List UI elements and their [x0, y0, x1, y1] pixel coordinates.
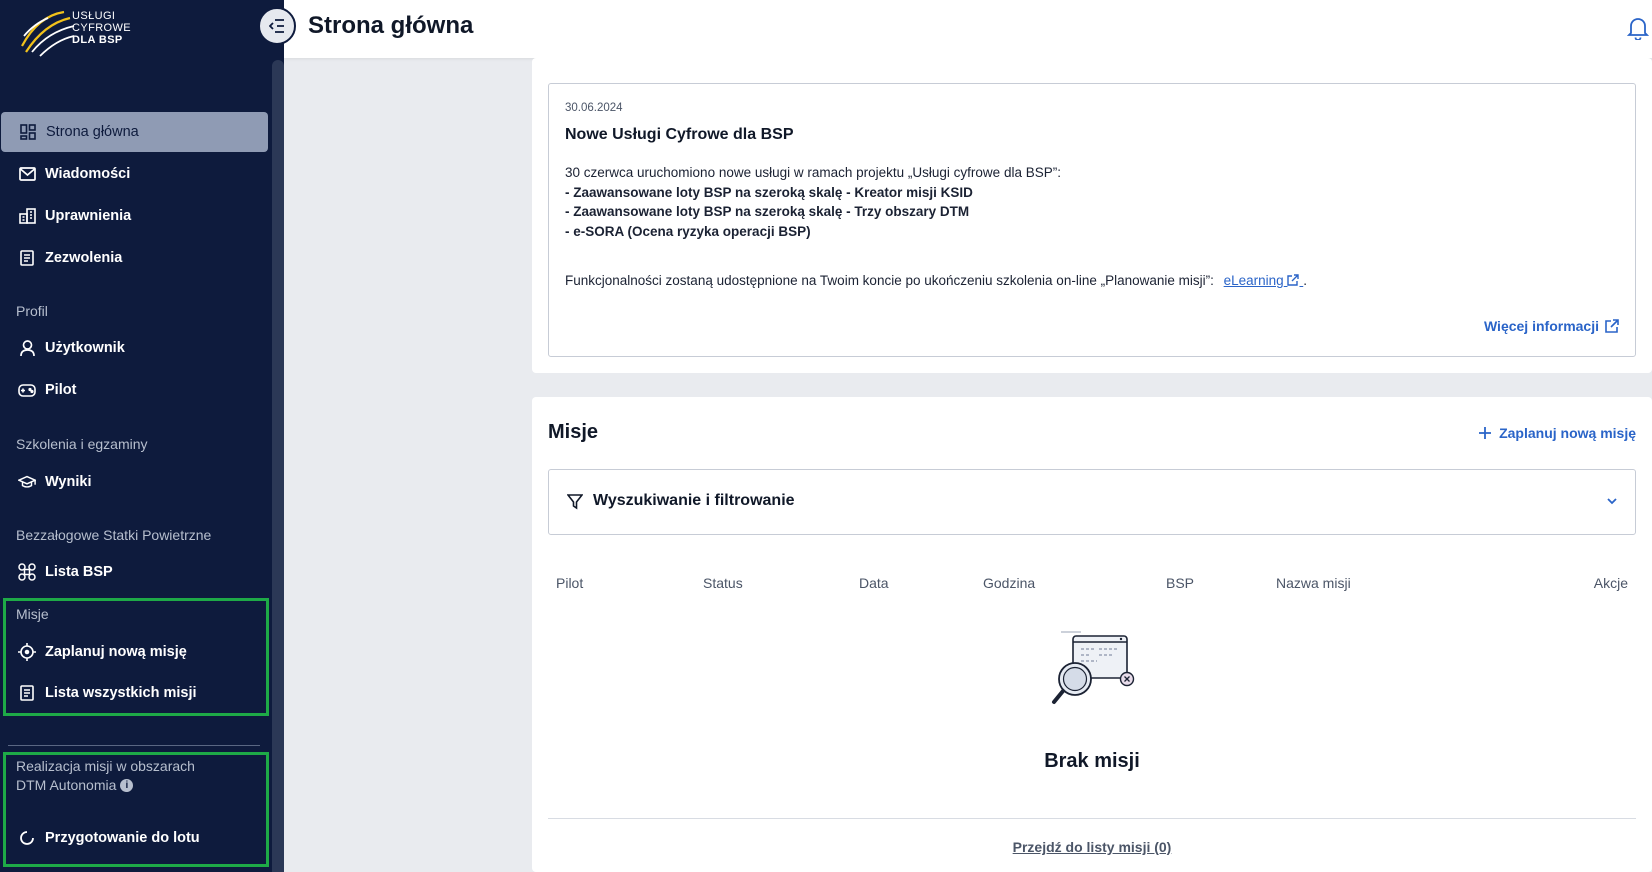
column-header: Godzina [983, 575, 1036, 591]
top-header: Strona główna [284, 0, 1652, 58]
news-date: 30.06.2024 [565, 102, 623, 114]
plan-new-mission-button[interactable]: Zaplanuj nową misję [1479, 425, 1636, 441]
column-header: BSP [1166, 575, 1195, 591]
sidebar-item-label: Strona główna [46, 124, 139, 140]
chevron-down-icon [1607, 498, 1617, 505]
sidebar-item-lista-bsp[interactable]: Lista BSP [0, 552, 268, 592]
news-title: Nowe Usługi Cyfrowe dla BSP [565, 126, 794, 143]
elearning-link[interactable]: eLearning [1224, 273, 1304, 288]
collapse-icon [269, 19, 284, 33]
news-item: 30.06.2024 Nowe Usługi Cyfrowe dla BSP 3… [548, 83, 1636, 357]
news-footer-text: Funkcjonalności zostaną udostępnione na … [565, 273, 1214, 288]
sidebar-item-strona-glowna[interactable]: Strona główna [1, 112, 268, 152]
sidebar-item-label: Wiadomości [45, 166, 131, 182]
filter-accordion[interactable]: Wyszukiwanie i filtrowanie [548, 469, 1636, 535]
empty-search-illustration [1052, 631, 1135, 704]
sidebar-item-label: Pilot [45, 382, 77, 398]
plus-icon [1479, 427, 1492, 439]
document-icon [18, 249, 36, 267]
news-footer-end: . [1303, 273, 1307, 288]
news-bullet: - e-SORA (Ocena ryzyka operacji BSP) [565, 223, 811, 239]
dtm-label-line-1: Realizacja misji w obszarach [16, 758, 195, 774]
sidebar-item-zezwolenia[interactable]: Zezwolenia [0, 238, 268, 278]
sidebar-item-label: Zezwolenia [45, 250, 123, 266]
sidebar-divider [8, 745, 260, 746]
missions-table-header: Pilot Status Data Godzina BSP Nazwa misj… [548, 575, 1636, 595]
dashboard-icon [19, 123, 37, 141]
logo-line-1: USŁUGI [72, 10, 116, 22]
collapse-sidebar-button[interactable] [258, 7, 296, 45]
go-to-missions-list-link[interactable]: Przejdź do listy misji (0) [532, 839, 1652, 855]
news-bullet: - Zaawansowane loty BSP na szeroką skalę… [565, 184, 973, 200]
list-document-icon [18, 684, 36, 702]
column-header: Data [859, 575, 889, 591]
empty-state-text: Brak misji [1044, 750, 1140, 772]
user-icon [18, 339, 36, 357]
filter-label: Wyszukiwanie i filtrowanie [593, 492, 795, 509]
sidebar-item-lista-wszystkich-misji[interactable]: Lista wszystkich misji [0, 673, 268, 713]
logo-line-3: DLA BSP [72, 34, 123, 46]
section-label-szkolenia: Szkolenia i egzaminy [16, 436, 148, 452]
sidebar-item-uprawnienia[interactable]: Uprawnienia [0, 196, 268, 236]
sidebar-item-label: Przygotowanie do lotu [45, 830, 200, 846]
plan-new-mission-label: Zaplanuj nową misję [1499, 425, 1636, 441]
elearning-link-label: eLearning [1223, 273, 1284, 288]
column-header: Nazwa misji [1276, 575, 1351, 591]
section-label-bsp: Bezzałogowe Statki Powietrzne [16, 527, 212, 543]
section-label-misje: Misje [16, 606, 49, 622]
sidebar-item-label: Wyniki [45, 474, 92, 490]
buildings-icon [18, 207, 36, 225]
filter-icon [567, 494, 583, 510]
news-card: 30.06.2024 Nowe Usługi Cyfrowe dla BSP 3… [532, 58, 1652, 373]
section-label-profil: Profil [16, 303, 48, 319]
missions-separator [548, 818, 1636, 819]
news-body: 30 czerwca uruchomiono nowe usługi w ram… [565, 163, 1605, 241]
sidebar-item-label: Zaplanuj nową misję [45, 644, 187, 660]
section-label-dtm: Realizacja misji w obszarach DTM Autonom… [16, 757, 195, 795]
news-intro: 30 czerwca uruchomiono nowe usługi w ram… [565, 165, 1061, 180]
sidebar-item-wiadomosci[interactable]: Wiadomości [0, 154, 268, 194]
news-bullet: - Zaawansowane loty BSP na szeroką skalę… [565, 204, 970, 219]
dtm-label-line-2: DTM Autonomia [16, 777, 117, 793]
sidebar-item-label: Uprawnienia [45, 208, 132, 224]
crosshair-icon [18, 643, 36, 661]
missions-title: Misje [548, 421, 599, 443]
bell-icon[interactable] [1627, 16, 1649, 40]
sidebar-item-label: Lista BSP [45, 564, 113, 580]
logo-text: USŁUGI CYFROWE DLA BSP [72, 10, 131, 46]
sidebar: USŁUGI CYFROWE DLA BSP Strona główna Wia… [0, 0, 284, 872]
sidebar-item-label: Użytkownik [45, 340, 125, 356]
sidebar-item-pilot[interactable]: Pilot [0, 370, 268, 410]
graduation-cap-icon [18, 473, 36, 491]
external-link-icon [1605, 319, 1619, 333]
column-header: Pilot [556, 575, 584, 591]
page-title: Strona główna [308, 12, 474, 39]
more-info-label: Więcej informacji [1483, 318, 1599, 334]
sidebar-item-label: Lista wszystkich misji [45, 685, 197, 701]
drone-icon [18, 563, 36, 581]
sidebar-item-wyniki[interactable]: Wyniki [0, 462, 268, 502]
logo-line-2: CYFROWE [72, 22, 132, 34]
sidebar-scrollbar[interactable] [272, 60, 284, 872]
info-icon[interactable]: i [120, 779, 134, 792]
more-info-link[interactable]: Więcej informacji [1484, 318, 1619, 334]
mail-icon [18, 165, 36, 183]
sidebar-item-uzytkownik[interactable]: Użytkownik [0, 328, 268, 368]
loading-icon [18, 829, 36, 847]
sidebar-item-zaplanuj-nowa-misje[interactable]: Zaplanuj nową misję [0, 632, 268, 672]
missions-card: Misje Zaplanuj nową misję Wyszukiwanie i… [532, 397, 1652, 872]
external-link-icon [1287, 274, 1300, 286]
column-header: Akcje [1593, 575, 1628, 591]
sidebar-item-przygotowanie-do-lotu[interactable]: Przygotowanie do lotu [0, 818, 268, 858]
news-footer: Funkcjonalności zostaną udostępnione na … [565, 273, 1307, 288]
gamepad-icon [18, 381, 36, 399]
column-header: Status [703, 575, 743, 591]
